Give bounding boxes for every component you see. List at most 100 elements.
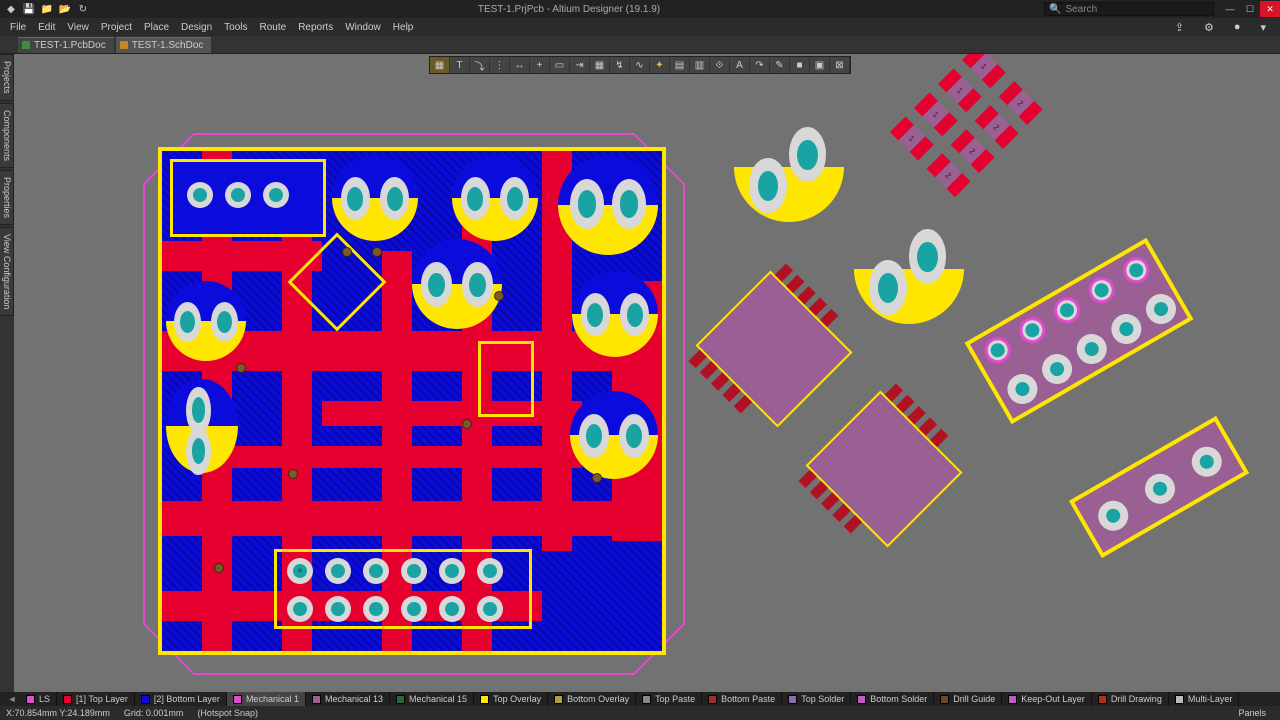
cap-c4[interactable] — [412, 239, 502, 329]
pad[interactable] — [363, 558, 389, 584]
panel-properties[interactable]: Properties — [0, 170, 14, 225]
menu-window[interactable]: Window — [339, 20, 387, 35]
save-icon[interactable]: 💾 — [22, 2, 36, 16]
close-button[interactable]: ✕ — [1260, 1, 1280, 17]
layer-prev-icon[interactable]: ◄ — [6, 694, 18, 704]
layer-tab[interactable]: Keep-Out Layer — [1002, 692, 1092, 706]
via[interactable] — [494, 291, 504, 301]
search-box[interactable]: 🔍 Search — [1044, 2, 1214, 16]
layer-tab[interactable]: Mechanical 13 — [306, 692, 390, 706]
pad[interactable] — [439, 596, 465, 622]
tb-plus-icon[interactable]: + — [530, 57, 550, 73]
tb-arc-icon[interactable]: ↷ — [750, 57, 770, 73]
via[interactable] — [342, 247, 352, 257]
layer-tab[interactable]: Drill Guide — [934, 692, 1002, 706]
cap-c5[interactable] — [572, 271, 658, 357]
layer-tab[interactable]: Mechanical 1 — [227, 692, 306, 706]
layer-tab[interactable]: Bottom Overlay — [548, 692, 636, 706]
layer-tab[interactable]: LS — [20, 692, 57, 706]
menu-tools[interactable]: Tools — [218, 20, 253, 35]
tb-rotate-icon[interactable]: ⤵ — [470, 57, 490, 73]
open-icon[interactable]: 📁 — [40, 2, 54, 16]
layer-tab[interactable]: Top Overlay — [474, 692, 548, 706]
bell-icon[interactable]: ● — [1228, 19, 1247, 36]
share-icon[interactable]: ⇪ — [1169, 19, 1190, 36]
layer-tab[interactable]: [2] Bottom Layer — [135, 692, 227, 706]
pad[interactable] — [477, 558, 503, 584]
panel-components[interactable]: Components — [0, 103, 14, 168]
tb-star-icon[interactable]: ✦ — [650, 57, 670, 73]
header-j2[interactable]: ✕ — [274, 549, 532, 629]
layer-tab[interactable]: Multi-Layer — [1169, 692, 1240, 706]
tb-text-icon[interactable]: A — [730, 57, 750, 73]
tb-layers-icon[interactable]: ▤ — [670, 57, 690, 73]
tb-diff-icon[interactable]: ∿ — [630, 57, 650, 73]
pad[interactable] — [477, 596, 503, 622]
tb-route-icon[interactable]: ↯ — [610, 57, 630, 73]
tb-fillb-icon[interactable]: ▣ — [810, 57, 830, 73]
tab-schdoc[interactable]: TEST-1.SchDoc — [116, 37, 212, 53]
tb-clear-icon[interactable]: ⊠ — [830, 57, 850, 73]
layer-tab[interactable]: Drill Drawing — [1092, 692, 1169, 706]
gear-icon[interactable]: ⚙ — [1198, 19, 1220, 36]
via[interactable] — [214, 563, 224, 573]
via[interactable] — [288, 469, 298, 479]
loose-cap-1[interactable] — [734, 112, 844, 222]
layer-tab[interactable]: Mechanical 15 — [390, 692, 474, 706]
conn-j4[interactable] — [1069, 416, 1249, 558]
panel-view-config[interactable]: View Configuration — [0, 227, 14, 316]
pad-3[interactable] — [263, 182, 289, 208]
pad[interactable] — [325, 596, 351, 622]
pad[interactable] — [325, 558, 351, 584]
layer-tab[interactable]: Bottom Paste — [702, 692, 782, 706]
layer-tab[interactable]: Top Solder — [782, 692, 851, 706]
header-j1[interactable] — [170, 159, 326, 237]
pad[interactable] — [363, 596, 389, 622]
tb-move-icon[interactable]: T — [450, 57, 470, 73]
cap-c6[interactable] — [166, 281, 246, 361]
minimize-button[interactable]: — — [1220, 1, 1240, 17]
cap-c2[interactable] — [452, 155, 538, 241]
via[interactable] — [372, 247, 382, 257]
open2-icon[interactable]: 📂 — [58, 2, 72, 16]
tb-measure-icon[interactable]: ⟐ — [710, 57, 730, 73]
via[interactable] — [462, 419, 472, 429]
menu-design[interactable]: Design — [175, 20, 218, 35]
tb-copper-icon[interactable]: ▥ — [690, 57, 710, 73]
refresh-icon[interactable]: ↻ — [76, 2, 90, 16]
tb-alignv-icon[interactable]: ⋮ — [490, 57, 510, 73]
pad-2[interactable] — [225, 182, 251, 208]
panels-button[interactable]: Panels — [1230, 708, 1274, 718]
layer-tab[interactable]: Bottom Solder — [851, 692, 934, 706]
pad[interactable] — [401, 558, 427, 584]
menu-project[interactable]: Project — [95, 20, 138, 35]
layer-tab[interactable]: [1] Top Layer — [57, 692, 135, 706]
user-icon[interactable]: ▾ — [1254, 19, 1272, 36]
pad[interactable] — [401, 596, 427, 622]
panel-projects[interactable]: Projects — [0, 54, 14, 101]
pad[interactable] — [439, 558, 465, 584]
via[interactable] — [236, 363, 246, 373]
cap-c8[interactable] — [570, 391, 658, 479]
menu-view[interactable]: View — [61, 20, 95, 35]
tb-rect-icon[interactable]: ▭ — [550, 57, 570, 73]
menu-route[interactable]: Route — [254, 20, 293, 35]
menu-edit[interactable]: Edit — [32, 20, 61, 35]
layer-tab[interactable]: Top Paste — [636, 692, 702, 706]
menu-reports[interactable]: Reports — [292, 20, 339, 35]
cap-c7[interactable] — [166, 379, 238, 473]
pad-gnd[interactable] — [187, 182, 213, 208]
conn-j3[interactable] — [965, 238, 1194, 424]
maximize-button[interactable]: ☐ — [1240, 1, 1260, 17]
tb-note-icon[interactable]: ✎ — [770, 57, 790, 73]
tb-grid-icon[interactable]: ▦ — [590, 57, 610, 73]
menu-help[interactable]: Help — [387, 20, 420, 35]
menu-place[interactable]: Place — [138, 20, 175, 35]
via[interactable] — [592, 473, 602, 483]
pad[interactable] — [287, 596, 313, 622]
tab-pcbdoc[interactable]: TEST-1.PcbDoc — [18, 37, 114, 53]
tb-alignh-icon[interactable]: ↔ — [510, 57, 530, 73]
cap-c3[interactable] — [558, 155, 658, 255]
pad[interactable]: ✕ — [287, 558, 313, 584]
tb-dim-icon[interactable]: ⇥ — [570, 57, 590, 73]
